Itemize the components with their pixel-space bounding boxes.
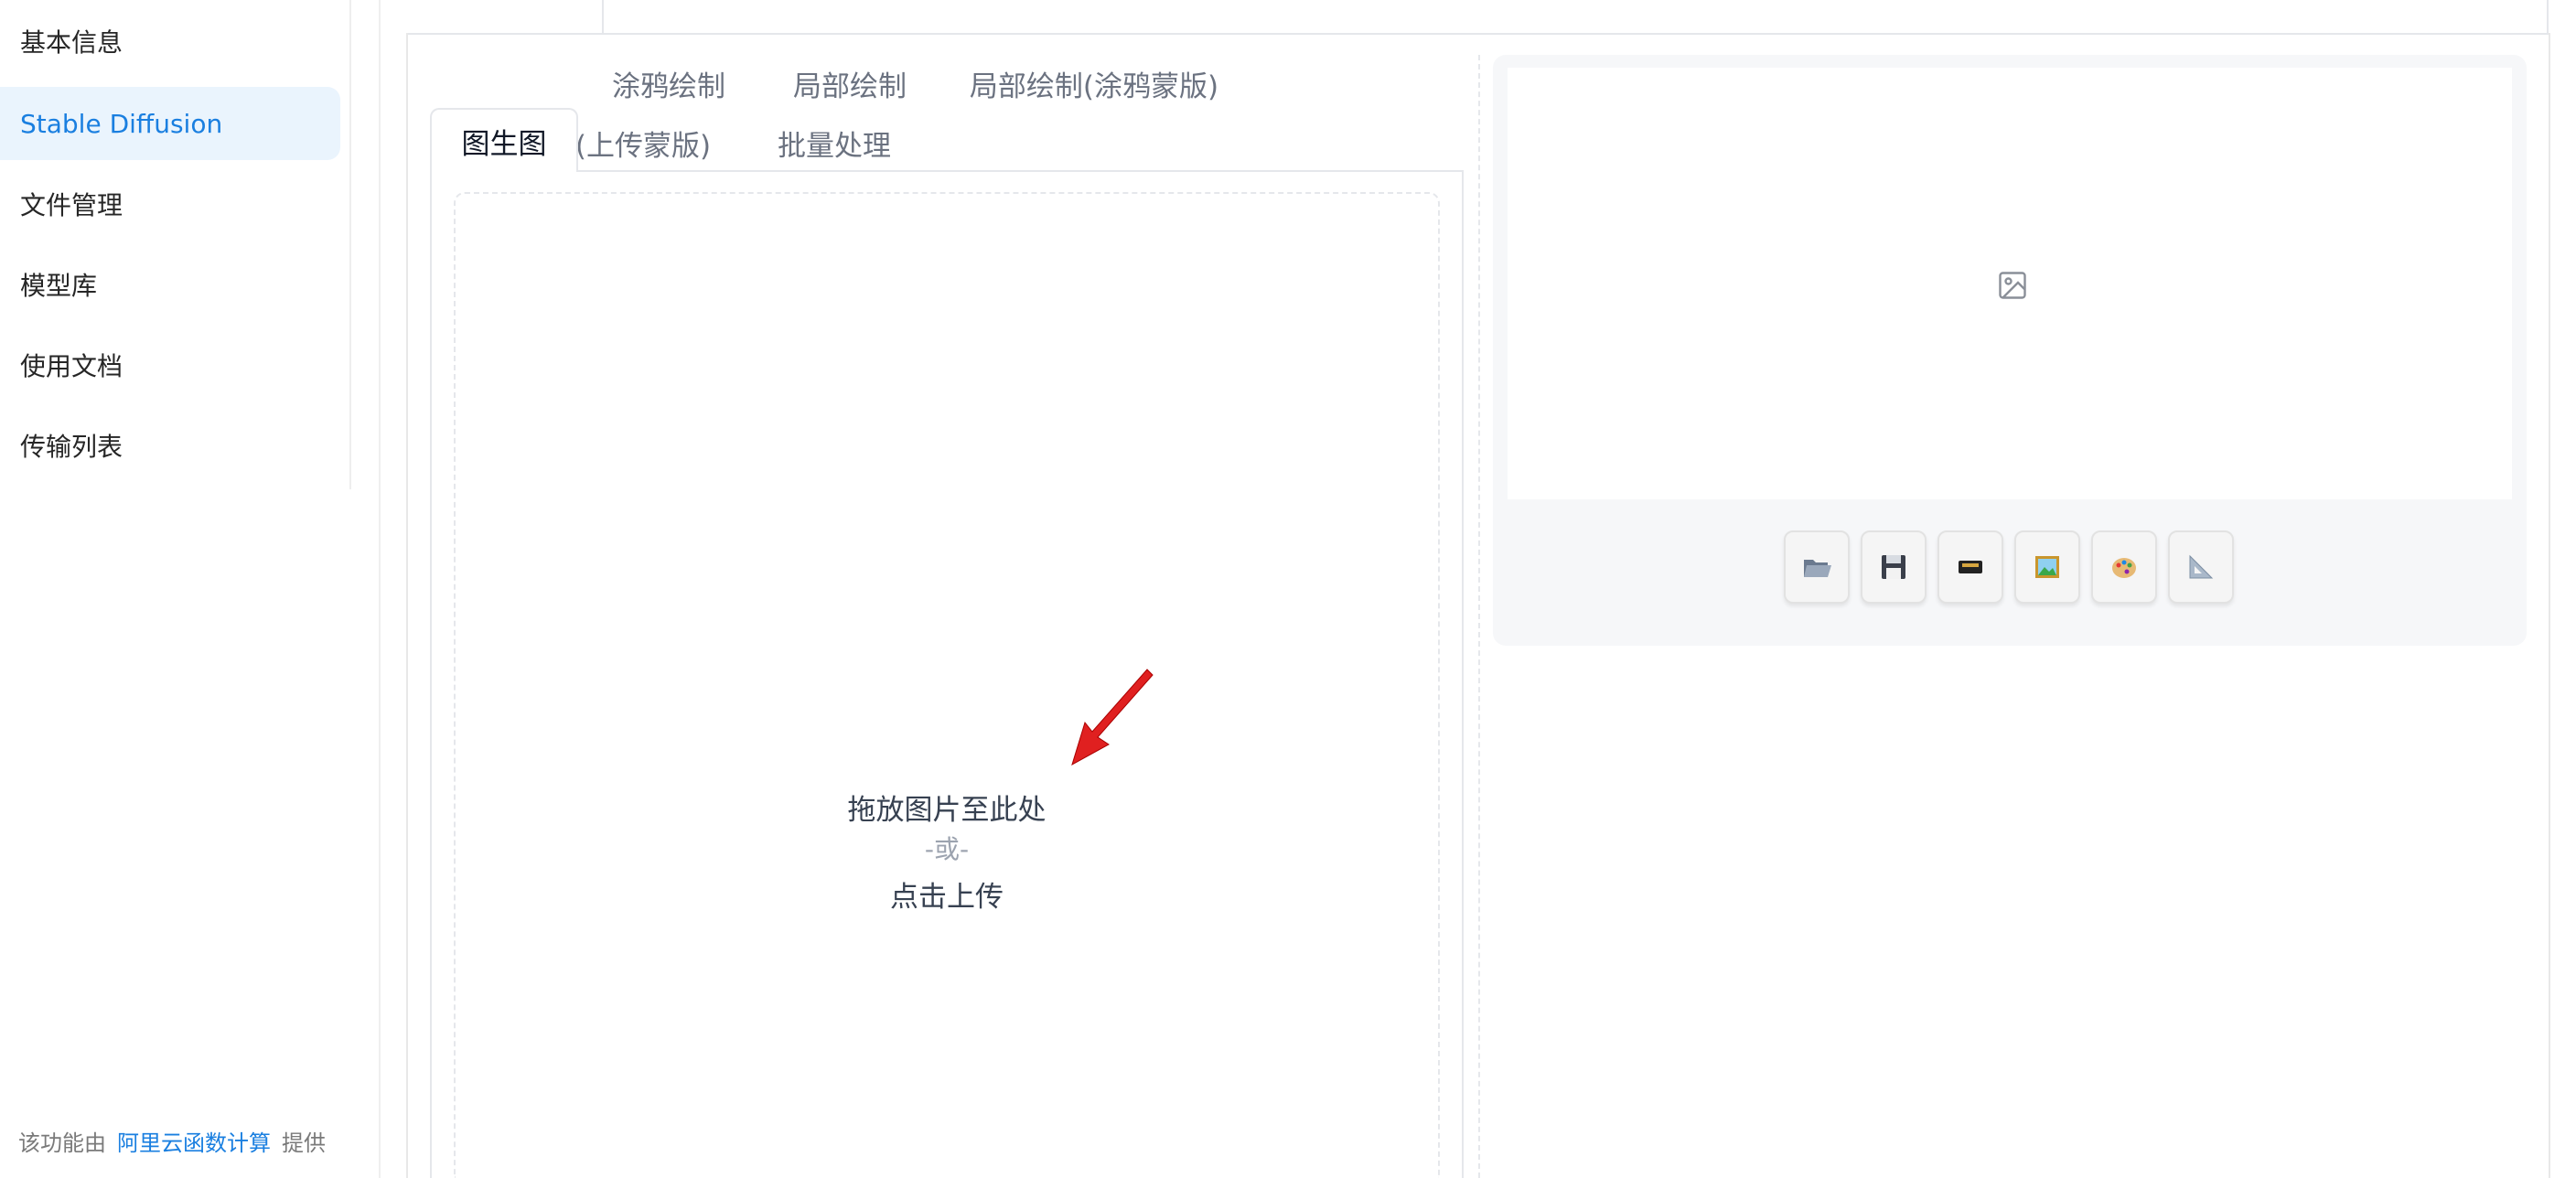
footer-suffix: 提供 — [282, 1130, 326, 1156]
send-to-img2img-button[interactable] — [2014, 530, 2080, 604]
save-button[interactable] — [1861, 530, 1927, 604]
sidebar-item-label: 文件管理 — [20, 190, 123, 220]
footer-provider-link[interactable]: 阿里云函数计算 — [117, 1125, 271, 1157]
sidebar-item-docs[interactable]: 使用文档 — [0, 328, 340, 402]
sidebar-item-file-management[interactable]: 文件管理 — [0, 167, 340, 241]
palette-icon — [2112, 558, 2136, 578]
send-to-archive-button[interactable] — [1937, 530, 2003, 604]
layout-divider — [379, 0, 381, 1178]
image-upload-dropzone[interactable]: 拖放图片至此处 -或- 点击上传 — [454, 192, 1440, 1178]
folder-open-icon — [1804, 560, 1831, 577]
tab-label: 批量处理 — [778, 129, 891, 163]
sidebar: 基本信息 Stable Diffusion 文件管理 模型库 使用文档 传输列表 — [0, 0, 351, 489]
sidebar-item-label: 基本信息 — [20, 27, 123, 58]
sidebar-item-label: 传输列表 — [20, 432, 123, 462]
footer: 该功能由 阿里云函数计算 提供 — [18, 1125, 326, 1157]
sidebar-item-label: Stable Diffusion — [20, 108, 223, 139]
drop-hint: 拖放图片至此处 — [847, 794, 1046, 827]
send-to-inpaint-button[interactable] — [2091, 530, 2157, 604]
sidebar-item-basic-info[interactable]: 基本信息 — [0, 5, 340, 78]
footer-prefix: 该功能由 — [18, 1130, 106, 1156]
sidebar-item-model-library[interactable]: 模型库 — [0, 248, 340, 321]
column-separator — [1478, 55, 1480, 1178]
sidebar-item-transfer-list[interactable]: 传输列表 — [0, 409, 340, 482]
tab-inpaint[interactable]: 局部绘制 — [774, 51, 926, 115]
tab-inpaint-sketch[interactable]: 局部绘制(涂鸦蒙版) — [957, 51, 1231, 115]
file-cabinet-icon — [1959, 561, 1982, 573]
annotation-arrow-icon — [1071, 669, 1154, 766]
floppy-disk-icon — [1882, 555, 1905, 579]
tab-img2img[interactable]: 图生图 — [430, 108, 578, 172]
send-to-extras-button[interactable] — [2168, 530, 2234, 604]
framed-picture-icon — [2035, 556, 2059, 578]
tab-label: 局部绘制(涂鸦蒙版) — [969, 70, 1219, 103]
sidebar-item-label: 模型库 — [20, 271, 98, 301]
tab-batch[interactable]: 批量处理 — [761, 111, 907, 175]
tab-label: 图生图 — [461, 127, 547, 161]
click-upload-hint: 点击上传 — [890, 881, 1004, 914]
image-icon — [1999, 272, 2026, 299]
or-separator: -或- — [924, 834, 970, 864]
sidebar-item-stable-diffusion[interactable]: Stable Diffusion — [0, 87, 340, 160]
triangular-ruler-icon — [2189, 554, 2214, 579]
top-tab-strip — [406, 0, 2549, 35]
tab-sketch[interactable]: 涂鸦绘制 — [593, 51, 745, 115]
open-folder-button[interactable] — [1784, 530, 1850, 604]
tab-label: 局部绘制 — [793, 70, 907, 103]
page: 基本信息 Stable Diffusion 文件管理 模型库 使用文档 传输列表… — [0, 0, 2576, 1178]
tab-label: 涂鸦绘制 — [612, 70, 725, 103]
sidebar-item-label: 使用文档 — [20, 351, 123, 381]
